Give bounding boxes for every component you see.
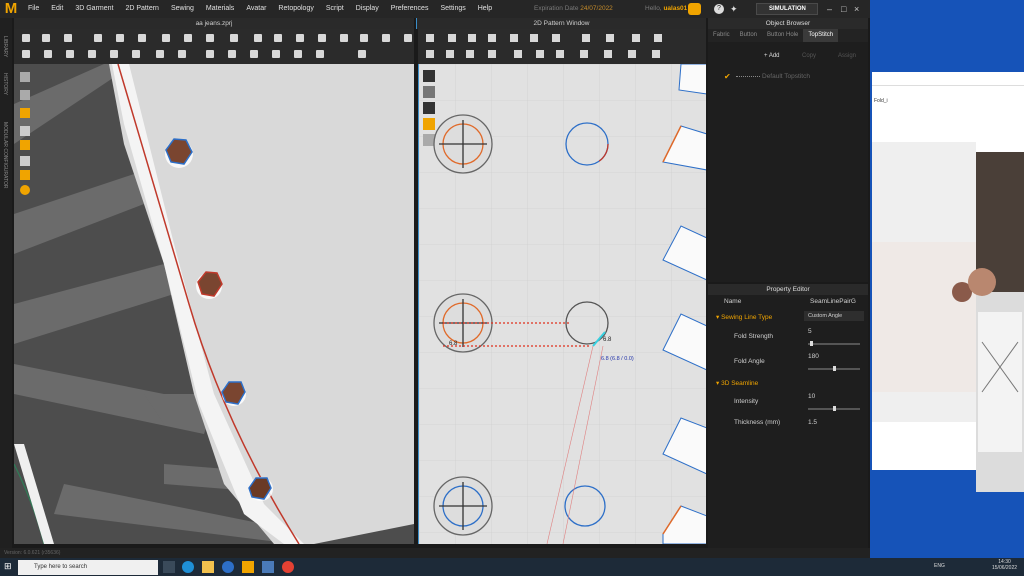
taskbar-search[interactable]: Type here to search — [18, 560, 158, 575]
external-window[interactable]: Fold_i — [872, 72, 1024, 492]
maximize-icon[interactable]: □ — [841, 0, 846, 18]
task-view-icon[interactable] — [163, 561, 175, 573]
thickness-label: Thickness (mm) — [734, 419, 781, 426]
app-logo: M — [4, 0, 18, 17]
app-icon[interactable] — [222, 561, 234, 573]
sewing-line-type-select[interactable]: Custom Angle — [804, 311, 864, 321]
fold-strength-slider[interactable] — [808, 343, 860, 345]
menu-help[interactable]: Help — [472, 0, 498, 18]
topstitch-swatch — [736, 76, 760, 77]
menu-sewing[interactable]: Sewing — [165, 0, 200, 18]
fold-strength-knob[interactable] — [810, 341, 813, 346]
minimize-icon[interactable]: – — [827, 0, 832, 18]
tab-fabric[interactable]: Fabric — [708, 29, 735, 42]
property-editor: Name SeamLinePairG ▾ Sewing Line Type Cu… — [708, 295, 868, 548]
windows-start-icon[interactable]: ⊞ — [4, 562, 13, 571]
menu-3d-garment[interactable]: 3D Garment — [69, 0, 119, 18]
simulation-button[interactable]: SIMULATION — [756, 3, 818, 15]
menu-avatar[interactable]: Avatar — [240, 0, 272, 18]
community-icon[interactable]: ✦ — [730, 4, 742, 14]
tab-topstitch[interactable]: TopStitch — [803, 29, 839, 42]
help-icon[interactable]: ? — [714, 4, 724, 14]
tab-button[interactable]: Button — [735, 29, 762, 42]
clock[interactable]: 14:30 15/06/2022 — [992, 559, 1017, 571]
name-label: Name — [724, 298, 742, 305]
check-icon: ✔ — [724, 72, 731, 81]
add-button[interactable]: + Add — [764, 50, 780, 62]
menu-script[interactable]: Script — [320, 0, 350, 18]
external-titlebar — [872, 72, 1024, 86]
viewport-3d[interactable] — [14, 64, 414, 544]
version-text: Version: 6.0.621 (r35636) — [4, 550, 61, 556]
fold-angle-knob[interactable] — [833, 366, 836, 371]
object-browser-tabs: Fabric Button Button Hole TopStitch — [708, 29, 868, 42]
expiration-date: Expiration Date 24/07/2022 — [534, 5, 613, 12]
pattern-window-title: 2D Pattern Window — [416, 18, 706, 29]
3d-toolbar-icons[interactable] — [14, 29, 414, 64]
intensity-value[interactable]: 10 — [808, 393, 815, 400]
assign-button[interactable]: Assign — [838, 50, 856, 62]
pattern-canvas: 6.8 6.8 6.8 (6.8 / 0.0) — [419, 64, 706, 544]
property-editor-title: Property Editor — [708, 284, 868, 295]
intensity-label: Intensity — [734, 398, 759, 405]
tab-button-hole[interactable]: Button Hole — [762, 29, 803, 42]
user-greeting: Hello, ualas01 — [645, 5, 688, 12]
fold-strength-value[interactable]: 5 — [808, 328, 812, 335]
thickness-value[interactable]: 1.5 — [808, 419, 817, 426]
history-tab[interactable]: HISTORY — [2, 73, 8, 95]
length-label-detail: 6.8 (6.8 / 0.0) — [601, 356, 634, 362]
menu-materials[interactable]: Materials — [200, 0, 240, 18]
file-explorer-icon[interactable] — [202, 561, 214, 573]
language-indicator[interactable]: ENG — [934, 563, 945, 569]
menu-bar: M File Edit 3D Garment 2D Pattern Sewing… — [0, 0, 870, 18]
clo-app-icon[interactable] — [242, 561, 254, 573]
external-photo — [872, 142, 1024, 492]
close-icon[interactable]: × — [854, 0, 859, 18]
status-bar: Version: 6.0.621 (r35636) — [0, 548, 870, 558]
object-browser-title: Object Browser — [708, 18, 868, 29]
menu-retopology[interactable]: Retopology — [272, 0, 319, 18]
cloud-icon[interactable] — [688, 3, 701, 15]
external-path: Fold_i — [874, 98, 888, 104]
side-panel-strip: LIBRARY HISTORY MODULAR CONFIGURATOR — [0, 18, 12, 548]
menu-preferences[interactable]: Preferences — [385, 0, 435, 18]
intensity-knob[interactable] — [833, 406, 836, 411]
copy-button[interactable]: Copy — [802, 50, 816, 62]
2d-toolbar — [418, 29, 706, 64]
library-tab[interactable]: LIBRARY — [2, 36, 8, 57]
fold-angle-label: Fold Angle — [734, 358, 765, 365]
topstitch-item[interactable]: Default Topstitch — [762, 73, 810, 80]
menu-edit[interactable]: Edit — [45, 0, 69, 18]
menu-display[interactable]: Display — [350, 0, 385, 18]
fold-angle-value[interactable]: 180 — [808, 353, 819, 360]
viewport-3d-title: aa jeans.zprj — [14, 18, 414, 29]
menu-2d-pattern[interactable]: 2D Pattern — [119, 0, 164, 18]
sewing-line-type-section[interactable]: ▾ Sewing Line Type — [716, 313, 772, 321]
2d-toolbar-icons[interactable] — [418, 29, 706, 64]
fold-strength-label: Fold Strength — [734, 333, 774, 340]
photos-icon[interactable] — [262, 561, 274, 573]
length-label-left: 6.8 — [449, 341, 458, 347]
menu-settings[interactable]: Settings — [434, 0, 471, 18]
garment-3d-render — [14, 64, 414, 544]
name-value[interactable]: SeamLinePairG — [810, 298, 856, 305]
pattern-window-canvas[interactable]: 6.8 6.8 6.8 (6.8 / 0.0) — [418, 64, 706, 544]
3d-seamline-section[interactable]: ▾ 3D Seamline — [716, 379, 758, 387]
object-browser-actions: + Add Copy Assign — [708, 50, 868, 64]
menu-file[interactable]: File — [22, 0, 45, 18]
object-list: ✔ Default Topstitch — [708, 66, 868, 282]
3d-toolbar — [14, 29, 414, 64]
length-label-right: 6.8 — [603, 337, 612, 343]
edge-icon[interactable] — [182, 561, 194, 573]
chrome-icon[interactable] — [282, 561, 294, 573]
modular-configurator-tab[interactable]: MODULAR CONFIGURATOR — [2, 122, 8, 188]
